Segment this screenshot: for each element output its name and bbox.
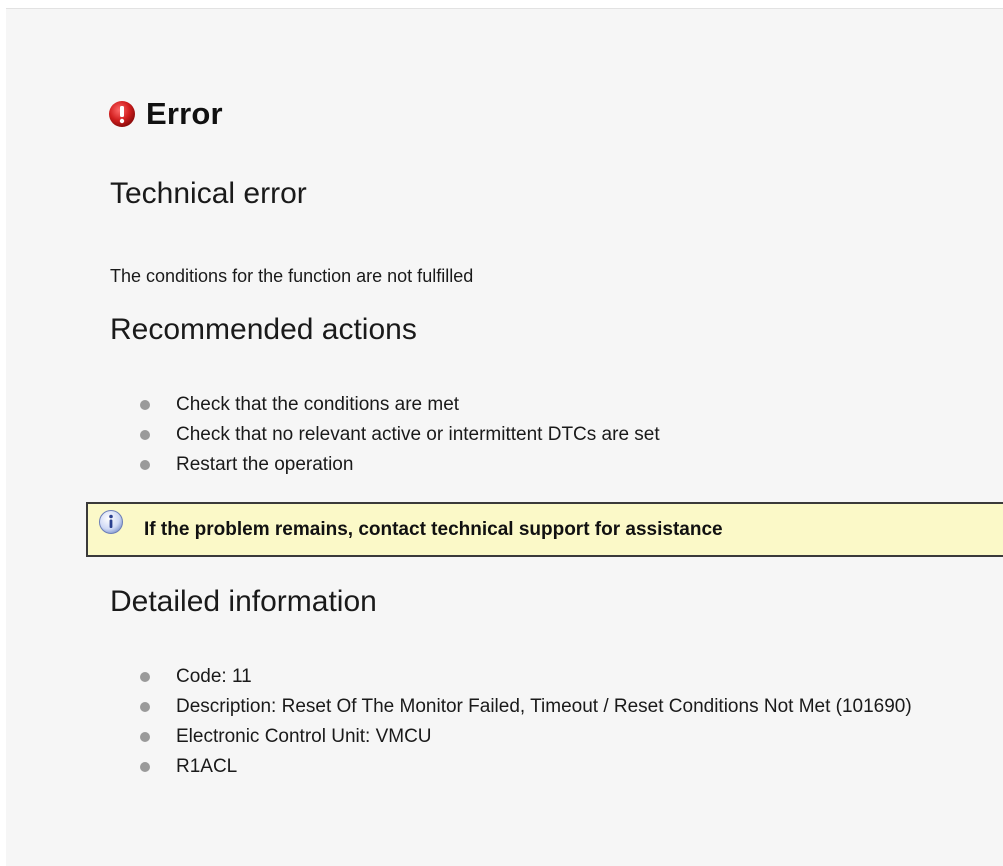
list-item: Check that the conditions are met [140, 390, 660, 420]
info-icon [98, 509, 124, 535]
list-item: Code: 11 [140, 662, 966, 692]
list-item: Description: Reset Of The Monitor Failed… [140, 692, 966, 722]
bullet-icon [140, 430, 150, 440]
list-item-text: Check that the conditions are met [176, 394, 460, 415]
error-title: Error [146, 96, 223, 131]
recommended-actions-title: Recommended actions [110, 313, 417, 346]
recommended-actions-list: Check that the conditions are met Check … [140, 390, 660, 480]
list-item: Electronic Control Unit: VMCU [140, 722, 966, 752]
list-item-text: R1ACL [176, 756, 238, 777]
bullet-icon [140, 460, 150, 470]
list-item-text: Restart the operation [176, 454, 354, 475]
error-heading: Error [108, 96, 223, 132]
list-item: Check that no relevant active or intermi… [140, 420, 660, 450]
list-item-text: Code: 11 [176, 666, 252, 687]
detailed-information-list: Code: 11 Description: Reset Of The Monit… [140, 662, 966, 782]
info-banner-text: If the problem remains, contact technica… [144, 518, 723, 540]
bullet-icon [140, 672, 150, 682]
info-banner: If the problem remains, contact technica… [86, 502, 1003, 557]
bullet-icon [140, 732, 150, 742]
detailed-information-title: Detailed information [110, 585, 377, 618]
error-exclamation-icon [108, 100, 136, 128]
bullet-icon [140, 702, 150, 712]
list-item-text: Description: Reset Of The Monitor Failed… [176, 696, 912, 717]
list-item-text: Check that no relevant active or intermi… [176, 424, 660, 445]
error-message: The conditions for the function are not … [110, 266, 474, 286]
bullet-icon [140, 400, 150, 410]
list-item: R1ACL [140, 752, 966, 782]
list-item-text: Electronic Control Unit: VMCU [176, 726, 432, 747]
technical-error-title: Technical error [110, 177, 307, 210]
list-item: Restart the operation [140, 450, 660, 480]
bullet-icon [140, 762, 150, 772]
